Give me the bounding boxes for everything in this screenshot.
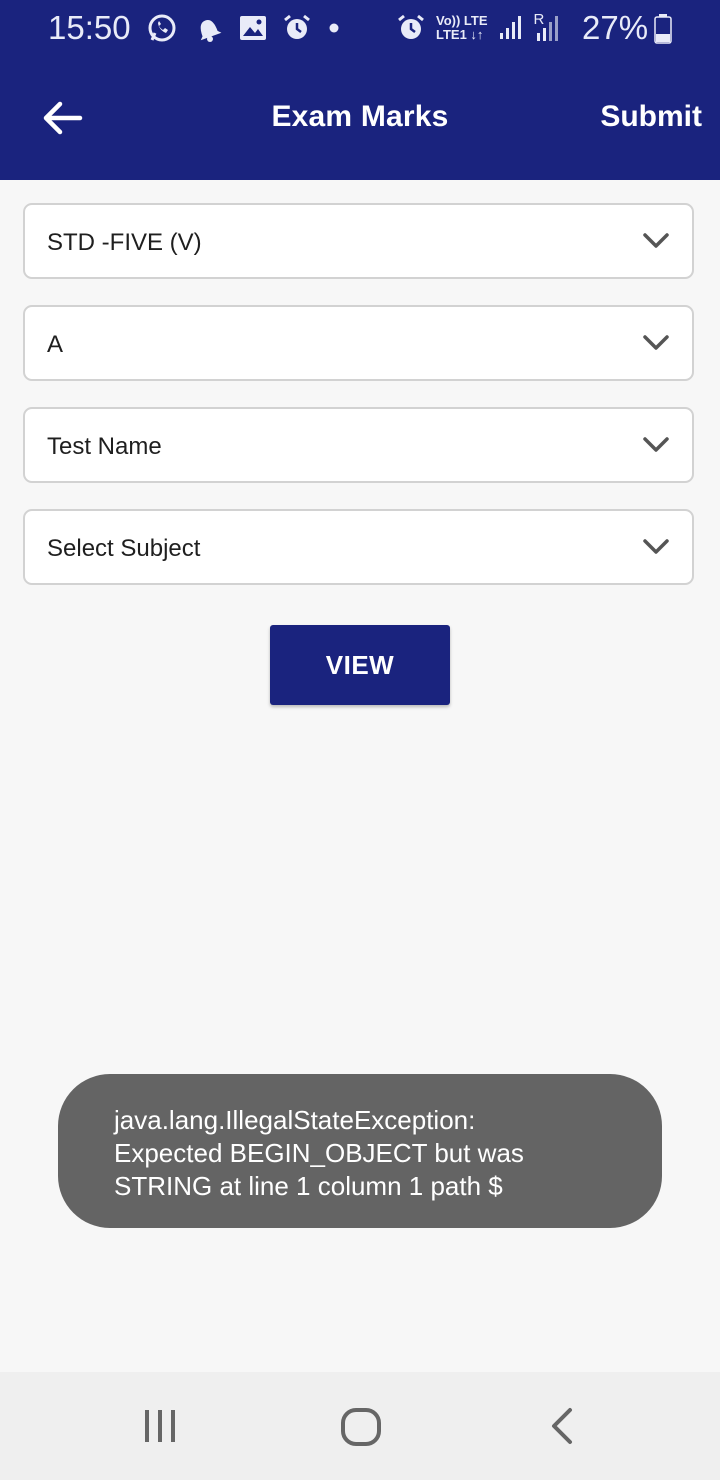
- section-dropdown[interactable]: A: [23, 305, 694, 381]
- class-dropdown-value: STD -FIVE (V): [47, 229, 202, 256]
- network-top-text: Vo)) LTE: [436, 13, 488, 28]
- system-nav-bar: [0, 1372, 720, 1480]
- whatsapp-icon: [148, 14, 176, 42]
- dot-icon: [329, 23, 339, 33]
- chevron-down-icon: [643, 539, 669, 554]
- chevron-down-icon: [643, 437, 669, 452]
- toast-line-2: Expected BEGIN_OBJECT but was: [114, 1138, 524, 1168]
- volte-icon: Vo)) LTE LTE1 ↓↑: [436, 14, 488, 42]
- subject-dropdown[interactable]: Select Subject: [23, 509, 694, 585]
- test-name-dropdown[interactable]: Test Name: [23, 407, 694, 483]
- status-bar: 15:50 Vo)) LTE LTE1 ↓↑ R 27%: [0, 0, 720, 56]
- system-status-icons: Vo)) LTE LTE1 ↓↑ R: [396, 8, 564, 48]
- toast-line-1: java.lang.IllegalStateException:: [114, 1105, 476, 1135]
- toast-line-3: STRING at line 1 column 1 path $: [114, 1171, 503, 1201]
- chevron-down-icon: [643, 335, 669, 350]
- arrow-left-icon[interactable]: [38, 94, 86, 142]
- section-dropdown-value: A: [47, 331, 64, 358]
- notification-bell-icon: [200, 20, 222, 42]
- home-icon[interactable]: [338, 1404, 384, 1450]
- view-button[interactable]: VIEW: [270, 625, 450, 705]
- alarm-icon: [284, 14, 310, 39]
- notification-icons: [146, 10, 342, 46]
- test-name-dropdown-value: Test Name: [47, 433, 162, 460]
- app-bar: Exam Marks Submit: [0, 56, 720, 180]
- status-time: 15:50: [48, 9, 131, 46]
- gallery-icon: [240, 16, 266, 40]
- network-bottom-text: LTE1 ↓↑: [436, 27, 484, 42]
- back-icon[interactable]: [542, 1404, 582, 1448]
- alarm-icon: [398, 14, 424, 39]
- error-toast: java.lang.IllegalStateException: Expecte…: [58, 1074, 662, 1228]
- battery-icon: [654, 14, 672, 44]
- signal-icon: [499, 16, 521, 39]
- recent-apps-icon[interactable]: [140, 1404, 180, 1448]
- chevron-down-icon: [643, 233, 669, 248]
- signal-roaming-icon: R: [534, 11, 564, 43]
- submit-button[interactable]: Submit: [600, 100, 702, 134]
- class-dropdown[interactable]: STD -FIVE (V): [23, 203, 694, 279]
- subject-dropdown-value: Select Subject: [47, 535, 201, 562]
- battery-percent: 27%: [582, 9, 649, 46]
